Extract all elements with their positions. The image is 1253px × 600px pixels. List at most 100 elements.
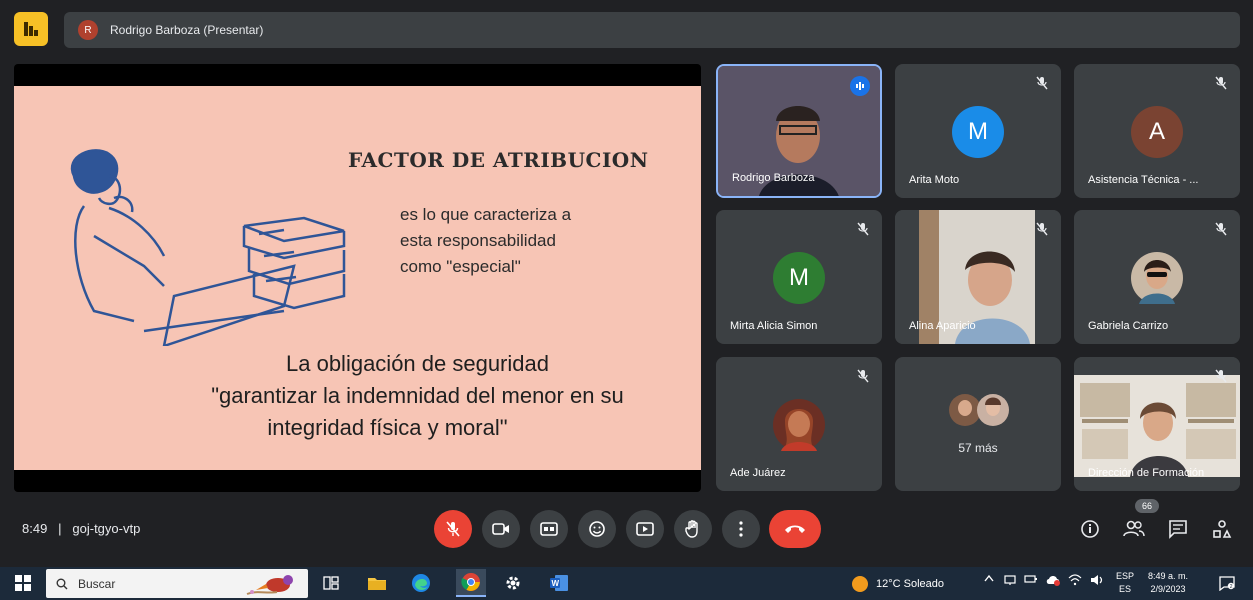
participant-tile[interactable]: A Asistencia Técnica - ... xyxy=(1074,64,1240,198)
word-icon: W xyxy=(550,575,568,591)
participant-name: Alina Aparicio xyxy=(909,320,976,332)
camera-icon xyxy=(492,523,509,535)
participant-name: Mirta Alicia Simon xyxy=(730,320,818,332)
captions-button[interactable] xyxy=(530,510,568,548)
tray-app-icon[interactable] xyxy=(1046,574,1060,589)
participant-photo xyxy=(773,399,825,451)
people-button[interactable] xyxy=(1121,516,1147,542)
tray-volume-icon[interactable] xyxy=(1090,574,1104,589)
app-logo xyxy=(14,12,48,46)
hand-icon xyxy=(685,520,698,538)
hang-up-icon xyxy=(785,525,805,533)
logo-icon xyxy=(24,22,38,36)
slide-desc-line: como "especial" xyxy=(400,257,521,276)
info-icon xyxy=(1081,520,1099,538)
clock-date: 2/9/2023 xyxy=(1150,584,1186,594)
meeting-time: 8:49 xyxy=(22,521,48,536)
keyboard-layout: ES xyxy=(1119,584,1132,594)
presentation-slide: FACTOR DE ATRIBUCION es lo que caracteri… xyxy=(14,86,701,470)
audio-wave-icon xyxy=(856,82,864,90)
edge-icon xyxy=(412,574,430,592)
participant-name: Gabriela Carrizo xyxy=(1088,320,1169,332)
reactions-button[interactable] xyxy=(578,510,616,548)
mic-off-icon xyxy=(857,369,869,383)
present-screen-button[interactable] xyxy=(626,510,664,548)
settings-button[interactable] xyxy=(502,572,524,594)
start-button[interactable] xyxy=(12,572,34,594)
slide-obligation: La obligación de seguridad "garantizar l… xyxy=(14,348,701,444)
slide-desc-line: es lo que caracteriza a xyxy=(400,205,572,224)
chat-icon xyxy=(1169,520,1187,539)
notification-icon: 2 xyxy=(1219,576,1235,591)
woman-laptop-illustration xyxy=(70,149,346,346)
meeting-code: goj-tgyo-vtp xyxy=(72,521,141,536)
mic-toggle-button[interactable] xyxy=(434,510,472,548)
participant-name: Rodrigo Barboza xyxy=(732,172,815,184)
participant-avatar: A xyxy=(1131,106,1183,158)
camera-toggle-button[interactable] xyxy=(482,510,520,548)
chrome-icon xyxy=(461,573,480,591)
emoji-icon xyxy=(589,521,605,537)
tray-network-icon[interactable] xyxy=(1068,574,1082,589)
mic-off-icon xyxy=(857,222,869,236)
mic-off-icon xyxy=(1215,76,1227,90)
language-indicator[interactable]: ESP ES xyxy=(1116,570,1134,596)
captions-icon xyxy=(540,522,558,536)
windows-taskbar: Buscar W 12°C Soleado ESP ES 8:49 a. m. … xyxy=(0,567,1253,600)
svg-text:2: 2 xyxy=(1230,584,1233,590)
slide-obligation-line: La obligación de seguridad xyxy=(286,351,549,376)
more-options-button[interactable] xyxy=(722,510,760,548)
notifications-button[interactable]: 2 xyxy=(1216,572,1238,594)
participant-tile[interactable]: M Arita Moto xyxy=(895,64,1061,198)
chat-button[interactable] xyxy=(1165,516,1191,542)
task-view-icon xyxy=(323,576,339,590)
slide-obligation-line: "garantizar la indemnidad del menor en s… xyxy=(211,383,624,408)
clock-time: 8:49 a. m. xyxy=(1148,571,1189,581)
wifi-icon xyxy=(1068,574,1082,586)
speaking-indicator xyxy=(850,76,870,96)
participant-tile[interactable]: M Mirta Alicia Simon xyxy=(716,210,882,344)
tray-battery-icon[interactable] xyxy=(1024,574,1038,587)
slide-description: es lo que caracteriza a esta responsabil… xyxy=(400,202,660,280)
participant-name: Ade Juárez xyxy=(730,467,786,479)
more-participants-label: 57 más xyxy=(958,441,998,455)
presenter-label: Rodrigo Barboza (Presentar) xyxy=(110,23,264,37)
tray-chevron-icon[interactable] xyxy=(984,574,994,585)
mic-off-icon xyxy=(1036,76,1048,90)
people-icon xyxy=(1123,520,1145,537)
mic-off-icon xyxy=(1036,222,1048,236)
mic-off-icon xyxy=(1215,369,1227,383)
activities-icon xyxy=(1213,520,1232,538)
chrome-browser-button[interactable] xyxy=(456,569,486,597)
word-button[interactable]: W xyxy=(548,572,570,594)
search-highlight-bird-icon xyxy=(246,575,293,595)
presenter-avatar: R xyxy=(78,20,98,40)
presenter-bar[interactable]: R Rodrigo Barboza (Presentar) xyxy=(64,12,1240,48)
leave-call-button[interactable] xyxy=(769,510,821,548)
meeting-separator: | xyxy=(58,521,62,536)
slide-obligation-line: integridad física y moral" xyxy=(267,415,508,440)
weather-text: 12°C Soleado xyxy=(876,578,945,590)
raise-hand-button[interactable] xyxy=(674,510,712,548)
participant-tile[interactable]: Rodrigo Barboza xyxy=(716,64,882,198)
tray-wifi-icon[interactable] xyxy=(1004,574,1016,589)
taskbar-clock[interactable]: 8:49 a. m. 2/9/2023 xyxy=(1148,570,1188,596)
participant-tile[interactable]: Ade Juárez xyxy=(716,357,882,491)
participant-tile-more[interactable]: 57 más xyxy=(895,357,1061,491)
activities-button[interactable] xyxy=(1209,516,1235,542)
slide-title: FACTOR DE ATRIBUCION xyxy=(348,148,649,172)
participant-tile[interactable]: Gabriela Carrizo xyxy=(1074,210,1240,344)
participant-name: Asistencia Técnica - ... xyxy=(1088,174,1199,186)
mic-off-icon xyxy=(1215,222,1227,236)
weather-widget[interactable]: 12°C Soleado xyxy=(852,576,944,592)
more-participants-avatars xyxy=(949,394,1009,426)
task-view-button[interactable] xyxy=(320,572,342,594)
taskbar-search[interactable]: Buscar xyxy=(46,569,308,598)
file-explorer-button[interactable] xyxy=(366,572,388,594)
battery-icon xyxy=(1024,575,1037,583)
meeting-details-button[interactable] xyxy=(1077,516,1103,542)
edge-browser-button[interactable] xyxy=(410,572,432,594)
participant-tile[interactable]: Dirección de Formación xyxy=(1074,357,1240,491)
participant-name: Arita Moto xyxy=(909,174,960,186)
participant-tile[interactable]: Alina Aparicio xyxy=(895,210,1061,344)
